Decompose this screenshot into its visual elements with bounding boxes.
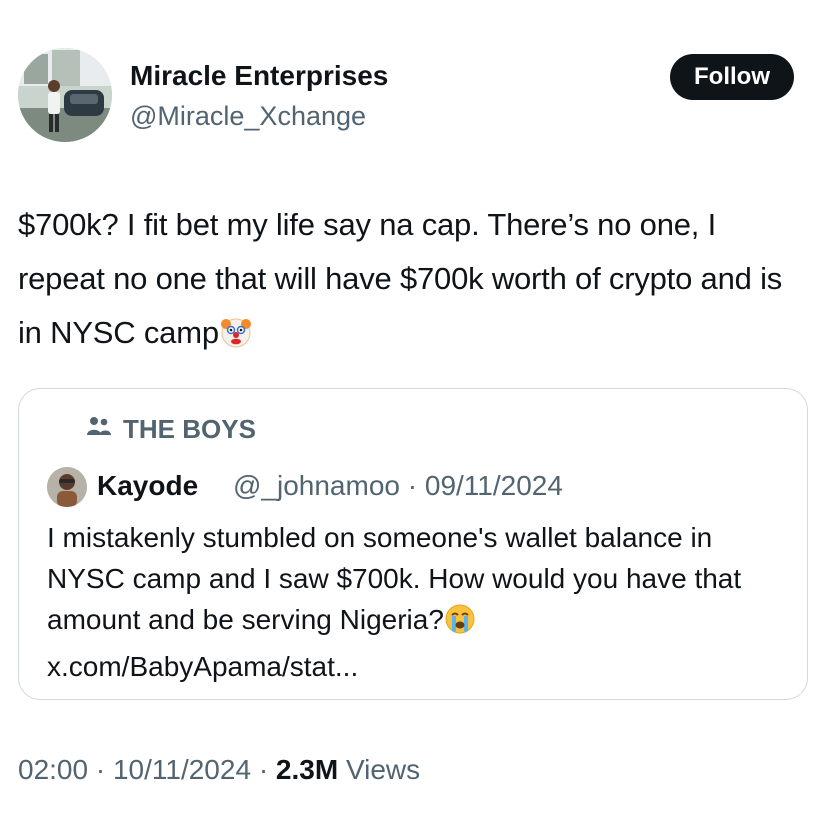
- quote-avatar-photo-icon: [47, 467, 87, 507]
- quote-separator: ·: [407, 470, 418, 501]
- quote-author-avatar: [47, 467, 87, 507]
- quote-author-name: Kayode: [97, 470, 199, 501]
- profile-photo-icon: [18, 48, 112, 142]
- views-count: 2.3M: [275, 754, 339, 785]
- community-label[interactable]: THE BOYS: [123, 413, 256, 445]
- quote-link[interactable]: x.com/BabyApama/stat...: [47, 651, 358, 682]
- tweet-date[interactable]: 10/11/2024: [113, 754, 251, 785]
- author-avatar[interactable]: [18, 48, 112, 142]
- quote-author-meta: @_johnamoo · 09/11/2024: [233, 469, 563, 503]
- views-label: Views: [345, 754, 421, 785]
- tweet-header: Miracle Enterprises @Miracle_Xchange Fol…: [18, 48, 794, 144]
- clown-face-icon: [219, 312, 253, 366]
- quote-author-handle: @_johnamoo: [233, 470, 400, 501]
- tweet-metadata: 02:00 · 10/11/2024 · 2.3M Views: [18, 752, 420, 788]
- author-name[interactable]: Miracle Enterprises: [130, 60, 388, 92]
- author-handle[interactable]: @Miracle_Xchange: [130, 100, 366, 132]
- tweet-text: $700k? I fit bet my life say na cap. The…: [18, 198, 808, 366]
- people-icon: [85, 415, 113, 444]
- crying-face-icon: [444, 603, 476, 646]
- meta-separator: ·: [258, 754, 269, 785]
- quote-body: I mistakenly stumbled on someone's walle…: [47, 522, 742, 635]
- quote-text: I mistakenly stumbled on someone's walle…: [47, 517, 787, 687]
- tweet-time[interactable]: 02:00: [18, 754, 88, 785]
- follow-button[interactable]: Follow: [670, 54, 794, 100]
- tweet-body: $700k? I fit bet my life say na cap. The…: [18, 207, 783, 350]
- quote-date: 09/11/2024: [424, 470, 563, 501]
- meta-separator: ·: [95, 754, 106, 785]
- quoted-tweet-card[interactable]: THE BOYS Kayode @_johnamoo · 09/11/2024 …: [18, 388, 808, 700]
